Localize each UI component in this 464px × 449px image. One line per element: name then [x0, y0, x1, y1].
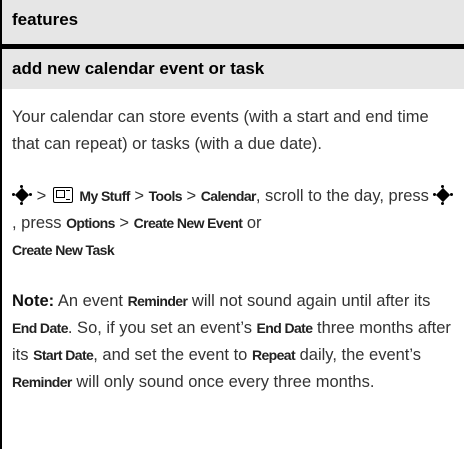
note-text: An event [54, 292, 128, 310]
term-end-date: End Date [256, 320, 313, 336]
step-text: or [242, 214, 262, 232]
page-header: features [0, 0, 464, 44]
note-text: . So, if you set an event’s [67, 319, 257, 337]
term-repeat: Repeat [251, 347, 296, 363]
menu-create-new-event: Create New Event [133, 215, 243, 231]
step-separator: > [181, 187, 201, 205]
note-paragraph: Note: An event Reminder will not sound a… [12, 288, 458, 396]
steps-paragraph: > My Stuff > Tools > Calendar, scroll to… [12, 183, 458, 264]
menu-create-new-task: Create New Task [12, 242, 115, 258]
term-end-date: End Date [12, 320, 68, 336]
note-label: Note: [12, 292, 55, 310]
note-text: will only sound once every three months. [71, 373, 375, 391]
nav-key-icon [12, 185, 32, 205]
term-reminder: Reminder [12, 374, 72, 390]
section-title-bar: add new calendar event or task [2, 49, 464, 89]
intro-paragraph: Your calendar can store events (with a s… [12, 108, 429, 153]
calendar-section: add new calendar event or task Your cale… [0, 49, 464, 449]
term-reminder: Reminder [127, 293, 188, 309]
step-separator: > [114, 214, 134, 232]
section-title: add new calendar event or task [12, 59, 265, 78]
note-text: , and set the event to [93, 346, 252, 364]
note-text: daily, the event’s [295, 346, 421, 364]
note-text: will not sound again until after its [187, 292, 431, 310]
step-separator: > [32, 187, 51, 205]
my-stuff-icon [52, 187, 73, 203]
menu-tools: Tools [148, 188, 183, 204]
menu-my-stuff: My Stuff [79, 188, 130, 204]
term-start-date: Start Date [33, 347, 94, 363]
step-text: , press [12, 214, 67, 232]
nav-key-icon [433, 185, 454, 205]
menu-calendar: Calendar [200, 188, 257, 204]
page-title: features [12, 10, 79, 29]
step-text: , scroll to the day, press [255, 187, 434, 205]
step-separator: > [129, 187, 149, 205]
menu-options: Options [66, 215, 115, 231]
